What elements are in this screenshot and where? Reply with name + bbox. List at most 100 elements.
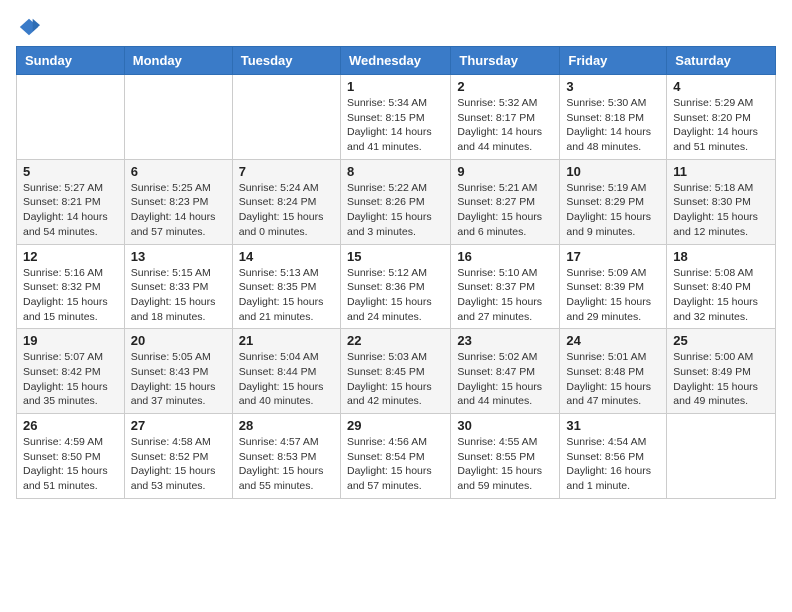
calendar-cell: 3Sunrise: 5:30 AM Sunset: 8:18 PM Daylig… bbox=[560, 75, 667, 160]
calendar-cell: 11Sunrise: 5:18 AM Sunset: 8:30 PM Dayli… bbox=[667, 159, 776, 244]
calendar-cell bbox=[667, 414, 776, 499]
day-number: 14 bbox=[239, 249, 334, 264]
calendar-cell: 10 Sunrise: 5:19 AM Sunset: 8:29 PM Dayli… bbox=[560, 159, 667, 244]
day-info: Sunrise: 5:32 AM Sunset: 8:17 PM Dayligh… bbox=[457, 96, 553, 155]
day-info: Sunrise: 5:27 AM Sunset: 8:21 PM Dayligh… bbox=[23, 181, 118, 240]
logo bbox=[16, 16, 40, 38]
day-info: Sunrise: 5:13 AM Sunset: 8:35 PM Dayligh… bbox=[239, 266, 334, 325]
day-number: 1 bbox=[347, 79, 444, 94]
day-number: 3 bbox=[566, 79, 660, 94]
calendar-cell: 14 Sunrise: 5:13 AM Sunset: 8:35 PM Dayli… bbox=[232, 244, 340, 329]
day-info: Sunrise: 5:10 AM Sunset: 8:37 PM Dayligh… bbox=[457, 266, 553, 325]
day-info: Sunrise: 5:01 AM Sunset: 8:48 PM Dayligh… bbox=[566, 350, 660, 409]
calendar-cell: 5 Sunrise: 5:27 AM Sunset: 8:21 PM Daylig… bbox=[17, 159, 125, 244]
day-info: Sunrise: 4:57 AM Sunset: 8:53 PM Dayligh… bbox=[239, 435, 334, 494]
day-number: 15 bbox=[347, 249, 444, 264]
calendar-cell: 22 Sunrise: 5:03 AM Sunset: 8:45 PM Dayli… bbox=[340, 329, 450, 414]
day-info: Sunrise: 5:25 AM Sunset: 8:23 PM Dayligh… bbox=[131, 181, 226, 240]
day-number: 28 bbox=[239, 418, 334, 433]
day-number: 12 bbox=[23, 249, 118, 264]
calendar-cell: 28 Sunrise: 4:57 AM Sunset: 8:53 PM Dayli… bbox=[232, 414, 340, 499]
day-info: Sunrise: 5:02 AM Sunset: 8:47 PM Dayligh… bbox=[457, 350, 553, 409]
calendar-cell: 12 Sunrise: 5:16 AM Sunset: 8:32 PM Dayli… bbox=[17, 244, 125, 329]
day-number: 23 bbox=[457, 333, 553, 348]
day-info: Sunrise: 5:29 AM Sunset: 8:20 PM Dayligh… bbox=[673, 96, 769, 155]
day-info: Sunrise: 5:21 AM Sunset: 8:27 PM Dayligh… bbox=[457, 181, 553, 240]
day-number: 17 bbox=[566, 249, 660, 264]
calendar-cell: 24 Sunrise: 5:01 AM Sunset: 8:48 PM Dayli… bbox=[560, 329, 667, 414]
calendar-header-row: SundayMondayTuesdayWednesdayThursdayFrid… bbox=[17, 47, 776, 75]
day-info: Sunrise: 4:55 AM Sunset: 8:55 PM Dayligh… bbox=[457, 435, 553, 494]
day-number: 20 bbox=[131, 333, 226, 348]
day-info: Sunrise: 4:56 AM Sunset: 8:54 PM Dayligh… bbox=[347, 435, 444, 494]
calendar-cell bbox=[124, 75, 232, 160]
calendar-cell: 23 Sunrise: 5:02 AM Sunset: 8:47 PM Dayli… bbox=[451, 329, 560, 414]
calendar-cell: 26 Sunrise: 4:59 AM Sunset: 8:50 PM Dayli… bbox=[17, 414, 125, 499]
calendar-cell: 8 Sunrise: 5:22 AM Sunset: 8:26 PM Daylig… bbox=[340, 159, 450, 244]
day-number: 29 bbox=[347, 418, 444, 433]
day-info: Sunrise: 5:16 AM Sunset: 8:32 PM Dayligh… bbox=[23, 266, 118, 325]
day-number: 25 bbox=[673, 333, 769, 348]
day-number: 16 bbox=[457, 249, 553, 264]
calendar-cell: 4 Sunrise: 5:29 AM Sunset: 8:20 PM Daylig… bbox=[667, 75, 776, 160]
day-info: Sunrise: 5:00 AM Sunset: 8:49 PM Dayligh… bbox=[673, 350, 769, 409]
day-number: 5 bbox=[23, 164, 118, 179]
calendar-week-row: 5 Sunrise: 5:27 AM Sunset: 8:21 PM Daylig… bbox=[17, 159, 776, 244]
calendar-header-wednesday: Wednesday bbox=[340, 47, 450, 75]
day-number: 6 bbox=[131, 164, 226, 179]
calendar-cell: 27 Sunrise: 4:58 AM Sunset: 8:52 PM Dayli… bbox=[124, 414, 232, 499]
day-number: 26 bbox=[23, 418, 118, 433]
calendar-week-row: 12 Sunrise: 5:16 AM Sunset: 8:32 PM Dayli… bbox=[17, 244, 776, 329]
day-info: Sunrise: 4:58 AM Sunset: 8:52 PM Dayligh… bbox=[131, 435, 226, 494]
calendar-cell: 29 Sunrise: 4:56 AM Sunset: 8:54 PM Dayli… bbox=[340, 414, 450, 499]
calendar-cell: 6 Sunrise: 5:25 AM Sunset: 8:23 PM Daylig… bbox=[124, 159, 232, 244]
day-number: 4 bbox=[673, 79, 769, 94]
day-info: Sunrise: 5:08 AM Sunset: 8:40 PM Dayligh… bbox=[673, 266, 769, 325]
day-info: Sunrise: 5:19 AM Sunset: 8:29 PM Dayligh… bbox=[566, 181, 660, 240]
calendar-cell: 9Sunrise: 5:21 AM Sunset: 8:27 PM Daylig… bbox=[451, 159, 560, 244]
calendar-cell: 19 Sunrise: 5:07 AM Sunset: 8:42 PM Dayli… bbox=[17, 329, 125, 414]
calendar-cell: 13 Sunrise: 5:15 AM Sunset: 8:33 PM Dayli… bbox=[124, 244, 232, 329]
calendar-cell: 18 Sunrise: 5:08 AM Sunset: 8:40 PM Dayli… bbox=[667, 244, 776, 329]
day-number: 31 bbox=[566, 418, 660, 433]
day-number: 19 bbox=[23, 333, 118, 348]
day-info: Sunrise: 5:05 AM Sunset: 8:43 PM Dayligh… bbox=[131, 350, 226, 409]
calendar-cell: 16 Sunrise: 5:10 AM Sunset: 8:37 PM Dayli… bbox=[451, 244, 560, 329]
day-number: 30 bbox=[457, 418, 553, 433]
day-info: Sunrise: 5:07 AM Sunset: 8:42 PM Dayligh… bbox=[23, 350, 118, 409]
calendar-week-row: 1Sunrise: 5:34 AM Sunset: 8:15 PM Daylig… bbox=[17, 75, 776, 160]
day-number: 8 bbox=[347, 164, 444, 179]
day-number: 7 bbox=[239, 164, 334, 179]
day-number: 2 bbox=[457, 79, 553, 94]
calendar-table: SundayMondayTuesdayWednesdayThursdayFrid… bbox=[16, 46, 776, 499]
calendar-cell bbox=[232, 75, 340, 160]
calendar-header-thursday: Thursday bbox=[451, 47, 560, 75]
day-number: 13 bbox=[131, 249, 226, 264]
calendar-cell: 30 Sunrise: 4:55 AM Sunset: 8:55 PM Dayli… bbox=[451, 414, 560, 499]
day-number: 24 bbox=[566, 333, 660, 348]
day-info: Sunrise: 5:18 AM Sunset: 8:30 PM Dayligh… bbox=[673, 181, 769, 240]
calendar-cell: 1Sunrise: 5:34 AM Sunset: 8:15 PM Daylig… bbox=[340, 75, 450, 160]
calendar-cell: 2 Sunrise: 5:32 AM Sunset: 8:17 PM Daylig… bbox=[451, 75, 560, 160]
calendar-week-row: 19 Sunrise: 5:07 AM Sunset: 8:42 PM Dayli… bbox=[17, 329, 776, 414]
day-info: Sunrise: 5:12 AM Sunset: 8:36 PM Dayligh… bbox=[347, 266, 444, 325]
day-info: Sunrise: 5:15 AM Sunset: 8:33 PM Dayligh… bbox=[131, 266, 226, 325]
logo-icon bbox=[18, 16, 40, 38]
calendar-cell: 25 Sunrise: 5:00 AM Sunset: 8:49 PM Dayli… bbox=[667, 329, 776, 414]
calendar-cell: 7 Sunrise: 5:24 AM Sunset: 8:24 PM Daylig… bbox=[232, 159, 340, 244]
calendar-header-monday: Monday bbox=[124, 47, 232, 75]
day-info: Sunrise: 5:24 AM Sunset: 8:24 PM Dayligh… bbox=[239, 181, 334, 240]
day-info: Sunrise: 5:03 AM Sunset: 8:45 PM Dayligh… bbox=[347, 350, 444, 409]
calendar-cell: 31 Sunrise: 4:54 AM Sunset: 8:56 PM Dayli… bbox=[560, 414, 667, 499]
day-number: 10 bbox=[566, 164, 660, 179]
day-info: Sunrise: 5:22 AM Sunset: 8:26 PM Dayligh… bbox=[347, 181, 444, 240]
day-info: Sunrise: 5:04 AM Sunset: 8:44 PM Dayligh… bbox=[239, 350, 334, 409]
calendar-header-friday: Friday bbox=[560, 47, 667, 75]
day-number: 18 bbox=[673, 249, 769, 264]
day-info: Sunrise: 4:59 AM Sunset: 8:50 PM Dayligh… bbox=[23, 435, 118, 494]
day-number: 27 bbox=[131, 418, 226, 433]
calendar-cell: 21Sunrise: 5:04 AM Sunset: 8:44 PM Dayli… bbox=[232, 329, 340, 414]
day-info: Sunrise: 4:54 AM Sunset: 8:56 PM Dayligh… bbox=[566, 435, 660, 494]
calendar-header-saturday: Saturday bbox=[667, 47, 776, 75]
day-number: 22 bbox=[347, 333, 444, 348]
